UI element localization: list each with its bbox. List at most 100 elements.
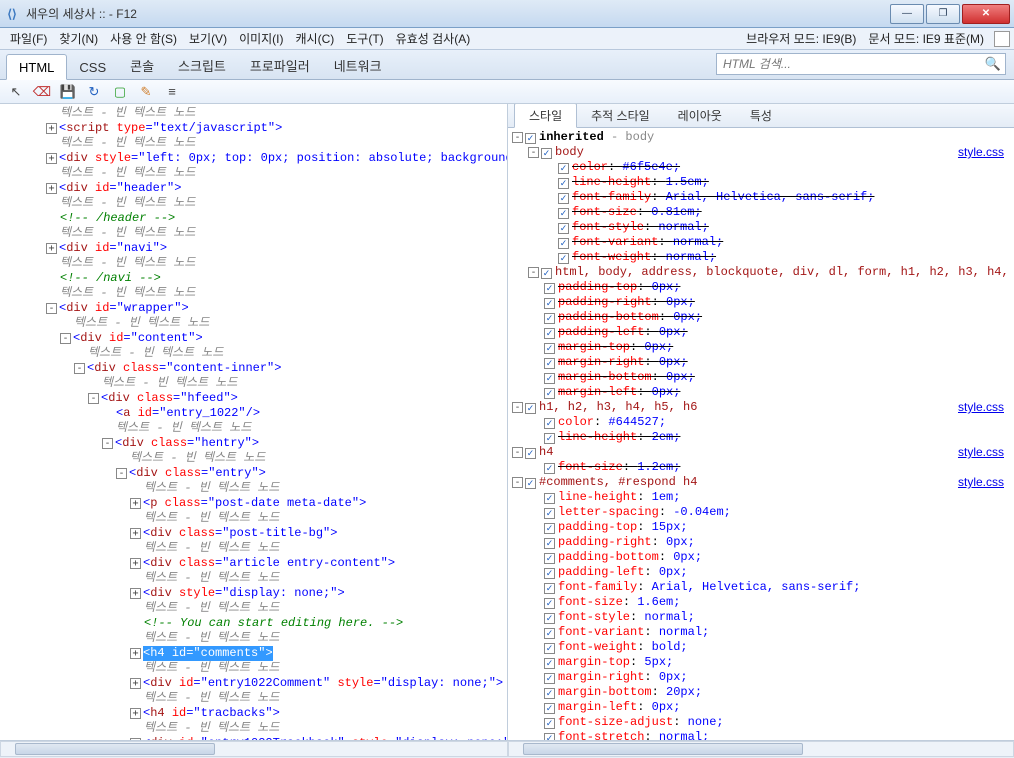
- tab-profiler[interactable]: 프로파일러: [238, 51, 322, 79]
- dom-node[interactable]: +<div class="article entry-content">: [4, 556, 507, 571]
- css-prop[interactable]: ✓padding-left: 0px;: [512, 565, 1010, 580]
- css-prop[interactable]: ✓font-weight: normal;: [512, 250, 1010, 265]
- css-prop[interactable]: ✓padding-bottom: 0px;: [512, 550, 1010, 565]
- expand-icon[interactable]: +: [46, 183, 57, 194]
- menu-tools[interactable]: 도구(T): [340, 28, 389, 49]
- checkbox-icon[interactable]: ✓: [544, 718, 555, 729]
- checkbox-icon[interactable]: ✓: [525, 448, 536, 459]
- dom-node-selected[interactable]: +<h4 id="comments">: [4, 646, 507, 661]
- css-prop[interactable]: ✓font-size-adjust: none;: [512, 715, 1010, 730]
- checkbox-icon[interactable]: ✓: [544, 628, 555, 639]
- css-prop[interactable]: ✓margin-top: 0px;: [512, 340, 1010, 355]
- rtab-attrib[interactable]: 특성: [736, 104, 786, 127]
- css-prop[interactable]: ✓margin-right: 0px;: [512, 355, 1010, 370]
- checkbox-icon[interactable]: ✓: [544, 463, 555, 474]
- clear-icon[interactable]: ⌫: [32, 82, 52, 102]
- collapse-icon[interactable]: -: [60, 333, 71, 344]
- expand-icon[interactable]: +: [130, 588, 141, 599]
- wrap-icon[interactable]: ≡: [162, 82, 182, 102]
- source-link[interactable]: style.css: [958, 475, 1004, 490]
- rule-reset[interactable]: -✓html, body, address, blockquote, div, …: [512, 265, 1010, 280]
- dom-node[interactable]: +<h4 id="tracbacks">: [4, 706, 507, 721]
- checkbox-icon[interactable]: ✓: [544, 313, 555, 324]
- scrollbar-thumb[interactable]: [15, 743, 215, 755]
- checkbox-icon[interactable]: ✓: [544, 688, 555, 699]
- save-icon[interactable]: 💾: [58, 82, 78, 102]
- expand-icon[interactable]: +: [130, 648, 141, 659]
- checkbox-icon[interactable]: ✓: [544, 538, 555, 549]
- checkbox-icon[interactable]: ✓: [544, 673, 555, 684]
- checkbox-icon[interactable]: ✓: [525, 133, 536, 144]
- html-search-box[interactable]: 🔍: [716, 53, 1006, 75]
- pointer-icon[interactable]: ↖: [6, 82, 26, 102]
- dom-node[interactable]: +<div id="navi">: [4, 241, 507, 256]
- refresh-icon[interactable]: ↻: [84, 82, 104, 102]
- css-prop[interactable]: ✓padding-top: 15px;: [512, 520, 1010, 535]
- css-prop[interactable]: ✓padding-left: 0px;: [512, 325, 1010, 340]
- checkbox-icon[interactable]: ✓: [544, 358, 555, 369]
- dom-node[interactable]: +<div class="post-title-bg">: [4, 526, 507, 541]
- left-scrollbar[interactable]: [0, 741, 508, 757]
- collapse-icon[interactable]: -: [512, 477, 523, 488]
- dom-node[interactable]: -<div id="content">: [4, 331, 507, 346]
- rule-headings[interactable]: -✓h1, h2, h3, h4, h5, h6style.css: [512, 400, 1010, 415]
- css-prop[interactable]: ✓color: #6f5e4e;: [512, 160, 1010, 175]
- rule-comments-respond[interactable]: -✓#comments, #respond h4style.css: [512, 475, 1010, 490]
- rtab-layout[interactable]: 레이아웃: [664, 104, 736, 127]
- collapse-icon[interactable]: -: [528, 147, 539, 158]
- css-prop[interactable]: ✓font-style: normal;: [512, 610, 1010, 625]
- dom-node[interactable]: <a id="entry_1022"/>: [4, 406, 507, 421]
- checkbox-icon[interactable]: ✓: [544, 583, 555, 594]
- tab-html[interactable]: HTML: [6, 54, 67, 80]
- css-prop[interactable]: ✓font-variant: normal;: [512, 625, 1010, 640]
- collapse-icon[interactable]: -: [88, 393, 99, 404]
- checkbox-icon[interactable]: ✓: [541, 148, 552, 159]
- expand-icon[interactable]: +: [130, 708, 141, 719]
- checkbox-icon[interactable]: ✓: [544, 418, 555, 429]
- close-button[interactable]: ✕: [962, 4, 1010, 24]
- dom-node[interactable]: +<script type="text/javascript">: [4, 121, 507, 136]
- checkbox-icon[interactable]: ✓: [544, 508, 555, 519]
- collapse-icon[interactable]: -: [512, 402, 523, 413]
- css-prop[interactable]: ✓padding-right: 0px;: [512, 295, 1010, 310]
- menu-find[interactable]: 찾기(N): [53, 28, 104, 49]
- checkbox-icon[interactable]: ✓: [525, 403, 536, 414]
- css-prop[interactable]: ✓font-weight: bold;: [512, 640, 1010, 655]
- checkbox-icon[interactable]: ✓: [541, 268, 552, 279]
- rule-h4[interactable]: -✓h4style.css: [512, 445, 1010, 460]
- minimize-button[interactable]: —: [890, 4, 924, 24]
- expand-icon[interactable]: +: [130, 678, 141, 689]
- source-link[interactable]: style.css: [958, 145, 1004, 160]
- css-prop[interactable]: ✓line-height: 2em;: [512, 430, 1010, 445]
- dom-node[interactable]: +<p class="post-date meta-date">: [4, 496, 507, 511]
- maximize-button[interactable]: ❐: [926, 4, 960, 24]
- tab-network[interactable]: 네트워크: [322, 51, 394, 79]
- collapse-icon[interactable]: -: [512, 447, 523, 458]
- dom-node[interactable]: +<div style="left: 0px; top: 0px; positi…: [4, 151, 507, 166]
- dom-tree-panel[interactable]: 텍스트 - 빈 텍스트 노드 +<script type="text/javas…: [0, 104, 508, 740]
- checkbox-icon[interactable]: ✓: [544, 658, 555, 669]
- checkbox-icon[interactable]: ✓: [525, 478, 536, 489]
- expand-icon[interactable]: +: [46, 243, 57, 254]
- dom-node[interactable]: -<div class="entry">: [4, 466, 507, 481]
- rule-inherited[interactable]: -✓inherited - body: [512, 130, 1010, 145]
- menu-file[interactable]: 파일(F): [4, 28, 53, 49]
- element-icon[interactable]: ▢: [110, 82, 130, 102]
- collapse-icon[interactable]: -: [102, 438, 113, 449]
- html-search-input[interactable]: [721, 56, 985, 72]
- checkbox-icon[interactable]: ✓: [544, 283, 555, 294]
- css-prop[interactable]: ✓margin-right: 0px;: [512, 670, 1010, 685]
- css-prop[interactable]: ✓color: #644527;: [512, 415, 1010, 430]
- css-prop[interactable]: ✓font-family: Arial, Helvetica, sans-ser…: [512, 190, 1010, 205]
- expand-icon[interactable]: +: [130, 528, 141, 539]
- rtab-style[interactable]: 스타일: [514, 104, 577, 128]
- dom-node[interactable]: +<div id="entry1022Trackback" style="dis…: [4, 736, 507, 740]
- dom-node[interactable]: +<div style="display: none;">: [4, 586, 507, 601]
- css-prop[interactable]: ✓padding-right: 0px;: [512, 535, 1010, 550]
- expand-icon[interactable]: +: [46, 153, 57, 164]
- expand-icon[interactable]: +: [130, 558, 141, 569]
- checkbox-icon[interactable]: ✓: [558, 163, 569, 174]
- pin-icon[interactable]: [994, 31, 1010, 47]
- checkbox-icon[interactable]: ✓: [544, 598, 555, 609]
- checkbox-icon[interactable]: ✓: [544, 388, 555, 399]
